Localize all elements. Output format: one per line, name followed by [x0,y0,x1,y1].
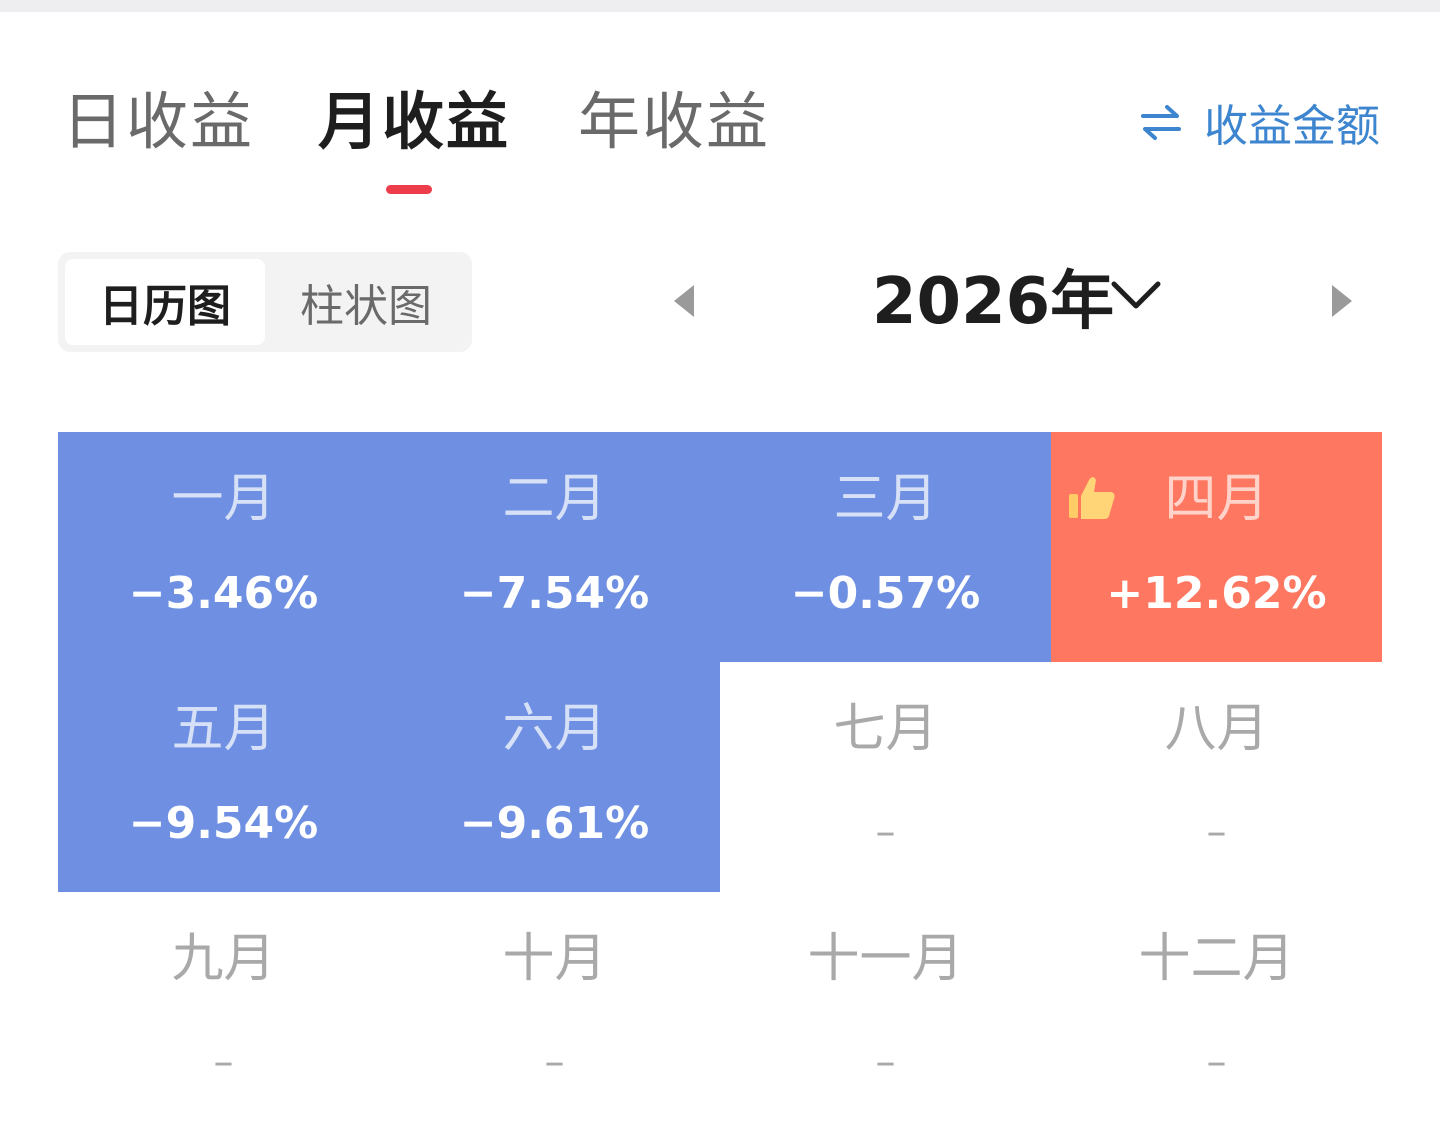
month-name: 十一月 [807,929,964,989]
month-name: 一月 [171,469,276,529]
month-cell[interactable]: 十月 – [389,892,720,1122]
month-return-value: – [875,1039,896,1085]
month-return-value: −7.54% [459,568,650,619]
month-name: 十月 [502,929,607,989]
month-return-value: – [1206,1039,1227,1085]
tab-monthly-return[interactable]: 月收益 [318,86,510,158]
month-name: 八月 [1164,699,1269,759]
month-return-value: −9.61% [459,798,650,849]
month-cell[interactable]: 二月 −7.54% [389,432,720,662]
month-return-value: – [213,1039,234,1085]
month-return-value: −0.57% [790,568,981,619]
previous-year-arrow-icon[interactable] [670,283,696,319]
month-cell[interactable]: 一月 −3.46% [58,432,389,662]
month-return-value: – [875,809,896,855]
year-selector-label[interactable]: 2026年 [872,262,1114,342]
month-return-value: −3.46% [128,568,319,619]
month-name: 七月 [833,699,938,759]
switch-to-amount-button[interactable]: 收益金额 [1140,92,1380,152]
month-cell[interactable]: 四月 +12.62% [1051,432,1382,662]
view-toggle: 日历图 柱状图 [58,252,472,352]
month-cell[interactable]: 七月 – [720,662,1051,892]
tab-daily-return[interactable]: 日收益 [62,86,254,158]
calendar-view-button[interactable]: 日历图 [65,259,265,345]
month-name: 五月 [171,699,276,759]
month-name: 三月 [833,469,938,529]
month-name: 四月 [1164,469,1269,529]
month-name: 二月 [502,469,607,529]
month-cell[interactable]: 九月 – [58,892,389,1122]
month-name: 九月 [171,929,276,989]
month-return-value: – [1206,809,1227,855]
month-return-value: – [544,1039,565,1085]
month-cell[interactable]: 三月 −0.57% [720,432,1051,662]
bar-chart-view-button[interactable]: 柱状图 [266,259,466,345]
month-name: 六月 [502,699,607,759]
month-cell[interactable]: 八月 – [1051,662,1382,892]
active-tab-indicator [386,185,432,194]
month-name: 十二月 [1138,929,1295,989]
swap-arrows-icon [1141,105,1181,140]
next-year-arrow-icon[interactable] [1330,283,1356,319]
month-cell[interactable]: 十一月 – [720,892,1051,1122]
month-cell[interactable]: 六月 −9.61% [389,662,720,892]
month-cell[interactable]: 十二月 – [1051,892,1382,1122]
top-divider [0,0,1440,12]
switch-amount-label: 收益金额 [1204,101,1380,152]
month-cell[interactable]: 五月 −9.54% [58,662,389,892]
chevron-down-icon[interactable] [1110,278,1162,314]
tab-yearly-return[interactable]: 年收益 [578,86,770,158]
month-return-value: +12.62% [1106,568,1327,619]
month-return-value: −9.54% [128,798,319,849]
